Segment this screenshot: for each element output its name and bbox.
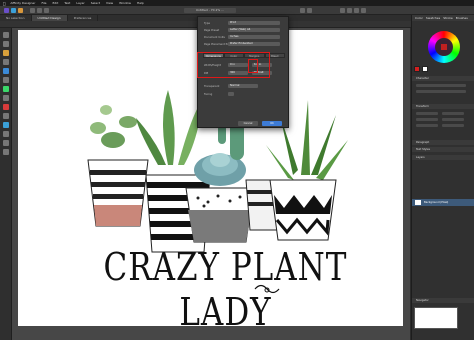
menu-app[interactable]: Affinity Designer xyxy=(10,1,35,5)
type-select[interactable]: Print xyxy=(228,21,280,25)
shape-tool-icon[interactable] xyxy=(3,104,9,110)
tools-panel xyxy=(0,28,12,340)
apple-icon[interactable]:  xyxy=(3,1,5,6)
rectangle-tool-icon[interactable] xyxy=(3,113,9,119)
stroke-swatch[interactable] xyxy=(422,66,428,72)
panel-tab-stroke[interactable]: Stroke xyxy=(443,16,453,20)
toolbar-button[interactable] xyxy=(354,8,359,13)
font-field[interactable] xyxy=(416,84,466,87)
transform-w-field[interactable] xyxy=(442,112,464,115)
transform-r-field[interactable] xyxy=(416,124,438,127)
studio-panel: Color Swatches Stroke Brushes xyxy=(411,15,474,340)
menu-edit[interactable]: Edit xyxy=(52,1,58,5)
page-preset-select[interactable]: Letter (Web) A4 xyxy=(228,28,280,32)
dialog-label-preset: Page Preset xyxy=(204,29,220,32)
menu-select[interactable]: Select xyxy=(91,1,100,5)
toolbar-button[interactable] xyxy=(37,8,42,13)
persona-export-icon[interactable] xyxy=(18,8,23,13)
ok-button[interactable]: OK xyxy=(262,121,282,126)
navigator-preview[interactable] xyxy=(414,307,458,329)
pen-tool-icon[interactable] xyxy=(3,50,9,56)
font-style-field[interactable] xyxy=(416,90,466,93)
toolbar-button[interactable] xyxy=(361,8,366,13)
dialog-label-facing: Facing xyxy=(204,93,213,96)
section-layers[interactable]: Layers xyxy=(412,155,474,160)
menu-help[interactable]: Help xyxy=(137,1,144,5)
toolbar-button[interactable] xyxy=(307,8,312,13)
persona-pixel-icon[interactable] xyxy=(11,8,16,13)
crop-tool-icon[interactable] xyxy=(3,95,9,101)
pencil-tool-icon[interactable] xyxy=(3,59,9,65)
brush-tool-icon[interactable] xyxy=(3,68,9,74)
move-tool-icon[interactable] xyxy=(3,32,9,38)
section-transform[interactable]: Transform xyxy=(412,104,474,109)
section-character[interactable]: Character xyxy=(412,76,474,81)
menu-text[interactable]: Text xyxy=(64,1,70,5)
node-tool-icon[interactable] xyxy=(3,41,9,47)
view-tool-icon[interactable] xyxy=(3,149,9,155)
transform-x-field[interactable] xyxy=(416,112,438,115)
transform-y-field[interactable] xyxy=(416,118,438,121)
menu-window[interactable]: Window xyxy=(119,1,131,5)
panel-tabs: Color Swatches Stroke Brushes xyxy=(412,15,474,21)
transparency-tool-icon[interactable] xyxy=(3,86,9,92)
toolbar-button[interactable] xyxy=(347,8,352,13)
toolbar-button[interactable] xyxy=(30,8,35,13)
facing-checkbox[interactable] xyxy=(228,92,234,96)
dialog-label-transparent: Transparent xyxy=(204,85,220,88)
transform-h-field[interactable] xyxy=(442,118,464,121)
layer-row[interactable]: Background (Pixel) xyxy=(412,199,474,206)
layer-thumbnail xyxy=(415,200,421,205)
transparent-select[interactable]: Normal xyxy=(228,84,258,88)
fill-tool-icon[interactable] xyxy=(3,77,9,83)
cancel-button[interactable]: Cancel xyxy=(238,121,258,126)
section-navigator[interactable]: Navigator xyxy=(412,298,474,303)
toolbar-button[interactable] xyxy=(300,8,305,13)
dialog-label-type: Type xyxy=(204,22,210,25)
toolbar: Untitled - 70.1% ... xyxy=(0,6,474,15)
red-highlight-box xyxy=(197,52,270,78)
toolbar-button[interactable] xyxy=(340,8,345,13)
dialog-label-units: Document Units xyxy=(204,36,225,39)
zoom-tool-icon[interactable] xyxy=(3,140,9,146)
ellipse-tool-icon[interactable] xyxy=(3,122,9,128)
fill-swatch[interactable] xyxy=(414,66,420,72)
persona-designer-icon[interactable] xyxy=(4,8,9,13)
panel-tab-brushes[interactable]: Brushes xyxy=(456,16,468,20)
center-succulent xyxy=(185,153,255,243)
transform-s-field[interactable] xyxy=(442,124,464,127)
menu-view[interactable]: View xyxy=(106,1,113,5)
red-highlight-lock xyxy=(248,59,258,73)
menu-layer[interactable]: Layer xyxy=(76,1,84,5)
toolbar-button[interactable] xyxy=(44,8,49,13)
text-tool-icon[interactable] xyxy=(3,131,9,137)
section-paragraph[interactable]: Paragraph xyxy=(412,140,474,145)
panel-tab-color[interactable]: Color xyxy=(415,16,423,20)
document-units-select[interactable]: Inches xyxy=(228,35,280,39)
section-text-styles[interactable]: Text Styles xyxy=(412,147,474,152)
panel-tab-swatches[interactable]: Swatches xyxy=(426,16,440,20)
headline-text: CRAZY PLANT LADY xyxy=(103,245,348,335)
flourish-decoration xyxy=(254,284,280,294)
document-title: Untitled - 70.1% ... xyxy=(184,8,236,13)
menu-file[interactable]: File xyxy=(41,1,46,5)
current-color-swatch[interactable] xyxy=(441,44,447,50)
placement-policy-select[interactable]: Prefer Embedded xyxy=(228,42,280,46)
